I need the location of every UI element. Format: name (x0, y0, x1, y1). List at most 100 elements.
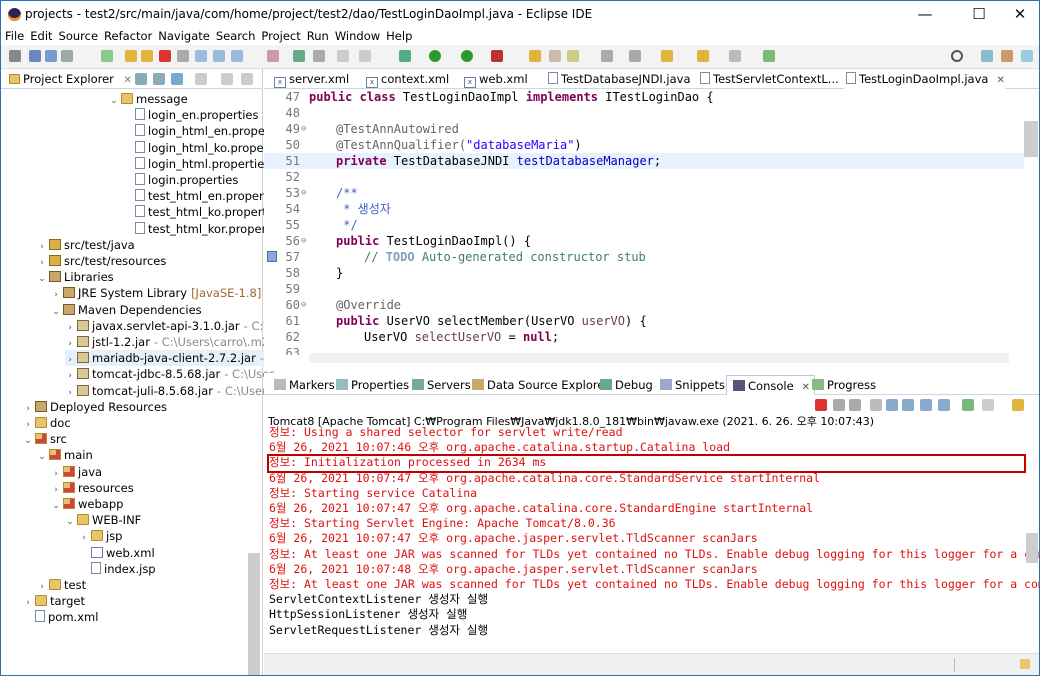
resume-icon[interactable] (125, 50, 137, 62)
step-into-icon[interactable] (195, 50, 207, 62)
step-return-icon[interactable] (231, 50, 243, 62)
toggle-mark-icon[interactable] (337, 50, 349, 62)
tree-item[interactable]: login.properties (123, 172, 238, 188)
menu-navigate[interactable]: Navigate (156, 28, 212, 45)
menu-edit[interactable]: Edit (28, 28, 54, 45)
close-tab-icon[interactable]: ✕ (124, 75, 132, 86)
tree-item[interactable]: › src/test/java (37, 237, 135, 253)
task-marker-icon[interactable] (267, 251, 277, 262)
close-tab-icon[interactable]: ✕ (996, 75, 1004, 86)
console-scrollbar-thumb[interactable] (1026, 533, 1038, 563)
fold-toggle-icon[interactable]: ⊖ (301, 185, 306, 201)
tab-web-xml[interactable]: x web.xml (462, 69, 528, 89)
tree-item[interactable]: ⌄ Maven Dependencies (51, 302, 201, 320)
fold-toggle-icon[interactable]: ⊖ (301, 121, 306, 137)
save-icon[interactable] (29, 50, 41, 62)
editor-scrollbar-thumb[interactable] (1024, 121, 1038, 157)
tab-project-explorer[interactable]: Project Explorer ✕ (7, 69, 132, 89)
expanded-arrow-icon[interactable]: ⌄ (51, 498, 61, 514)
word-wrap-icon[interactable] (902, 399, 914, 411)
tree-item[interactable]: login_html_en.prope (123, 123, 265, 139)
explorer-scrollbar-thumb[interactable] (248, 553, 260, 675)
tree-item[interactable]: ⌄ Libraries (37, 269, 113, 287)
display-console-icon[interactable] (982, 399, 994, 411)
collapse-all-icon[interactable] (135, 73, 147, 85)
run-icon[interactable] (429, 50, 441, 62)
fold-toggle-icon[interactable]: ⊖ (301, 233, 306, 249)
fold-toggle-icon[interactable]: ⊖ (301, 297, 306, 313)
open-perspective-icon[interactable] (981, 50, 993, 62)
terminate-icon[interactable] (159, 50, 171, 62)
tree-item[interactable]: › Deployed Resources (23, 399, 167, 415)
new-icon[interactable] (9, 50, 21, 62)
tab-data-source-explorer[interactable]: Data Source Explorer (470, 375, 609, 395)
tab-server-xml[interactable]: x server.xml (272, 69, 349, 89)
filter-icon[interactable] (171, 73, 183, 85)
tree-item[interactable]: › tomcat-juli-8.5.68.jar - C:\User (65, 383, 267, 399)
step-over-icon[interactable] (213, 50, 225, 62)
pencil-icon[interactable] (567, 50, 579, 62)
run-coverage-icon[interactable] (461, 50, 473, 62)
search-icon[interactable] (951, 50, 963, 62)
editor-horizontal-scrollbar[interactable] (309, 353, 1009, 363)
expanded-arrow-icon[interactable]: ⌄ (23, 433, 33, 449)
expanded-arrow-icon[interactable]: ⌄ (37, 449, 47, 465)
show-on-output-icon[interactable] (920, 399, 932, 411)
link-editor-icon[interactable] (153, 73, 165, 85)
tab-console[interactable]: Console ✕ (726, 375, 816, 395)
tree-item[interactable]: test_html_kor.proper (123, 221, 266, 237)
tab-markers[interactable]: Markers (272, 375, 335, 395)
expanded-arrow-icon[interactable]: ⌄ (65, 514, 75, 530)
forward-icon[interactable] (729, 50, 741, 62)
tree-item[interactable]: › tomcat-jdbc-8.5.68.jar - C:\User (65, 366, 274, 382)
next-annotation-icon[interactable] (601, 50, 613, 62)
tab-properties[interactable]: Properties (334, 375, 409, 395)
disconnect-icon[interactable] (177, 50, 189, 62)
tab-debug[interactable]: Debug (598, 375, 653, 395)
remove-all-icon[interactable] (849, 399, 861, 411)
pin-icon[interactable] (763, 50, 775, 62)
print-icon[interactable] (61, 50, 73, 62)
open-console-icon[interactable] (1012, 399, 1024, 411)
tree-item[interactable]: ›mariadb-java-client-2.7.2.jar- C: (65, 350, 280, 367)
tree-item[interactable]: ⌄ webapp (51, 496, 123, 512)
tree-item[interactable]: login_html.propertie (123, 156, 264, 172)
tree-item[interactable]: login_html_ko.prope (123, 140, 264, 156)
tree-item[interactable]: › test (37, 577, 86, 593)
show-on-error-icon[interactable] (938, 399, 950, 411)
scroll-lock-icon[interactable] (886, 399, 898, 411)
menu-source[interactable]: Source (57, 28, 101, 45)
menu-run[interactable]: Run (305, 28, 331, 45)
tree-item[interactable]: ⌄ WEB-INF (65, 512, 141, 528)
open-folder-icon[interactable] (529, 50, 541, 62)
expanded-arrow-icon[interactable]: ⌄ (51, 304, 61, 320)
tree-item[interactable]: › resources (51, 480, 134, 496)
save-all-icon[interactable] (45, 50, 57, 62)
last-edit-icon[interactable] (661, 50, 673, 62)
tree-item[interactable]: › javax.servlet-api-3.1.0.jar - C:\U (65, 318, 276, 334)
expanded-arrow-icon[interactable]: ⌄ (37, 271, 47, 287)
tree-item[interactable]: pom.xml (23, 609, 98, 625)
tree-item[interactable]: › src/test/resources (37, 253, 166, 269)
tree-item[interactable]: › jstl-1.2.jar - C:\Users\carro\.m2 (65, 334, 269, 350)
back-icon[interactable] (697, 50, 709, 62)
terminate-icon[interactable] (815, 399, 827, 411)
tree-item[interactable]: web.xml (79, 545, 155, 561)
clear-console-icon[interactable] (870, 399, 882, 411)
open-task-icon[interactable] (549, 50, 561, 62)
tab-testservletcontext-java[interactable]: TestServletContextL... (698, 69, 839, 89)
debug-icon[interactable] (399, 50, 411, 62)
tab-context-xml[interactable]: x context.xml (364, 69, 449, 89)
external-tools-icon[interactable] (491, 50, 503, 62)
code-area[interactable]: 47 public class TestLoginDaoImpl implemen… (264, 89, 1039, 355)
suspend-icon[interactable] (141, 50, 153, 62)
tree-item[interactable]: ⌄ main (37, 447, 93, 463)
tab-servers[interactable]: Servers (410, 375, 471, 395)
maximize-view-icon[interactable] (241, 73, 253, 85)
tab-testdatabasejndi-java[interactable]: TestDatabaseJNDI.java (546, 69, 691, 89)
tab-testlogindaoimpl-java[interactable]: TestLoginDaoImpl.java ✕ (844, 69, 1005, 89)
menu-file[interactable]: File (3, 28, 26, 45)
tree-item[interactable]: › doc (23, 415, 70, 431)
view-menu-icon[interactable] (195, 73, 207, 85)
pin-console-icon[interactable] (962, 399, 974, 411)
